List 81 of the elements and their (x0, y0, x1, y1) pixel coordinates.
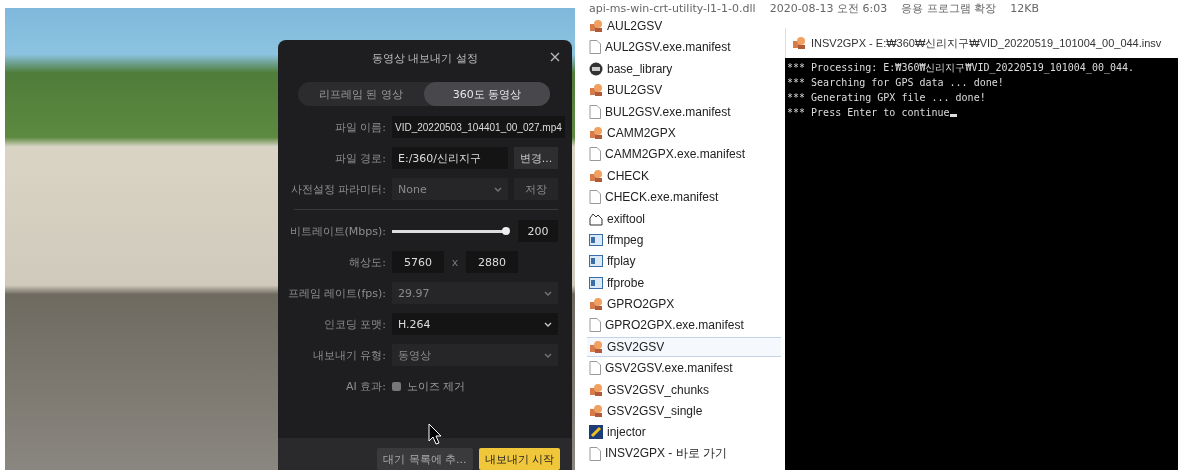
file-icon (589, 318, 601, 333)
field-label: 파일 이름: (333, 119, 386, 135)
program-icon (589, 382, 603, 397)
program-icon (589, 404, 603, 419)
file-item[interactable]: exiftool (587, 208, 775, 229)
height-field[interactable]: 2880 (466, 251, 518, 273)
file-item[interactable]: INSV2GPX - 바로 가기 (587, 443, 775, 464)
checkbox-label[interactable]: 노이즈 제거 (407, 378, 466, 394)
export-button[interactable]: 내보내기 시작 (478, 448, 560, 470)
file-size: 12KB (1010, 1, 1040, 15)
checkbox[interactable] (392, 381, 401, 391)
console-window-icon (589, 255, 603, 268)
file-item[interactable]: GSV2GSV.exe.manifest (587, 358, 775, 379)
file-item[interactable]: AUL2GSV.exe.manifest (587, 37, 775, 58)
file-item[interactable]: BUL2GSV.exe.manifest (587, 101, 775, 122)
file-item[interactable]: GSV2GSV_chunks (587, 379, 775, 400)
file-item[interactable]: GPRO2GPX (587, 294, 775, 315)
file-item[interactable]: BUL2GSV (587, 80, 775, 101)
program-icon (589, 297, 603, 312)
program-icon (589, 168, 603, 183)
mouse-cursor-icon (428, 423, 442, 445)
dialog-title: 동영상 내보내기 설정 (372, 50, 478, 66)
file-item[interactable]: CAMM2GPX (587, 122, 775, 143)
file-icon (589, 147, 601, 162)
console-line: *** Processing: E:₩360₩신리지구₩VID_20220519_101004_00_044. (787, 61, 1135, 75)
console-window-icon (589, 276, 603, 289)
tab[interactable]: 리프레임 된 영상 (298, 82, 424, 106)
window-title: INSV2GPX - E:₩360₩신리지구₩VID_20220519_101004_00_044.insv (811, 35, 1162, 51)
file-date: 2020-08-13 오전 6:03 (769, 0, 888, 16)
console-line: *** Generating GPX file ... done! (787, 91, 986, 105)
file-item[interactable]: CHECK (587, 165, 775, 186)
console-line: *** Press Enter to continue (787, 106, 950, 120)
field-label: AI 효과: (345, 378, 386, 394)
console-window-icon (589, 233, 603, 246)
field-label: 비트레이트(Mbps): (288, 223, 386, 239)
chevron-down-icon (494, 186, 502, 192)
chevron-down-icon (544, 290, 552, 296)
file-item[interactable]: GSV2GSV (587, 336, 781, 357)
dropdown[interactable]: H.264 (392, 313, 558, 335)
console-line: *** Searching for GPS data ... done! (787, 76, 1004, 90)
path-field[interactable]: E:/360/신리지구 (392, 147, 508, 169)
file-item[interactable]: injector (587, 422, 775, 443)
file-item[interactable]: GPRO2GPX.exe.manifest (587, 315, 775, 336)
field-label: 파일 경로: (333, 150, 386, 166)
package-icon (589, 61, 603, 76)
bitrate-field[interactable]: 200 (518, 220, 558, 242)
installer-icon (589, 425, 603, 440)
file-icon (589, 361, 601, 376)
file-type: 응용 프로그램 확장 (901, 0, 997, 16)
close-icon[interactable] (550, 52, 560, 62)
chevron-down-icon (544, 321, 552, 327)
file-item[interactable]: GSV2GSV_single (587, 401, 775, 422)
program-icon (589, 83, 603, 98)
file-item[interactable]: CAMM2GPX.exe.manifest (587, 144, 775, 165)
field-label: 인코딩 포맷: (322, 316, 386, 332)
field-label: 해상도: (348, 254, 386, 270)
file-item[interactable]: base_library (587, 58, 775, 79)
program-icon (792, 36, 806, 50)
file-item[interactable]: ffprobe (587, 272, 775, 293)
times-sign: x (450, 255, 460, 269)
program-icon (589, 19, 603, 33)
file-item[interactable]: CHECK.exe.manifest (587, 187, 775, 208)
program-icon (589, 339, 603, 354)
program-icon (589, 125, 603, 140)
field-label: 내보내기 유형: (311, 347, 386, 363)
file-name-field[interactable]: VID_20220503_104401_00_027.mp4 (392, 116, 565, 138)
file-icon (589, 190, 601, 205)
field-label: 프레임 레이트(fps): (286, 285, 386, 301)
field-button[interactable]: 변경... (514, 147, 558, 169)
queue-button[interactable]: 대기 목록에 추... (377, 448, 473, 470)
file-item[interactable]: ffmpeg (587, 229, 775, 250)
tab[interactable]: 360도 동영상 (424, 82, 550, 106)
file-name[interactable]: api-ms-win-crt-utility-l1-1-0.dll (589, 1, 756, 15)
file-item[interactable]: ffplay (587, 251, 775, 272)
file-icon (589, 446, 601, 461)
field-label: 사전설정 파라미터: (289, 181, 386, 197)
file-icon (589, 104, 601, 119)
file-icon (589, 40, 601, 55)
chevron-down-icon (544, 352, 552, 358)
width-field[interactable]: 5760 (392, 251, 444, 273)
file-item[interactable]: AUL2GSV (587, 16, 775, 36)
